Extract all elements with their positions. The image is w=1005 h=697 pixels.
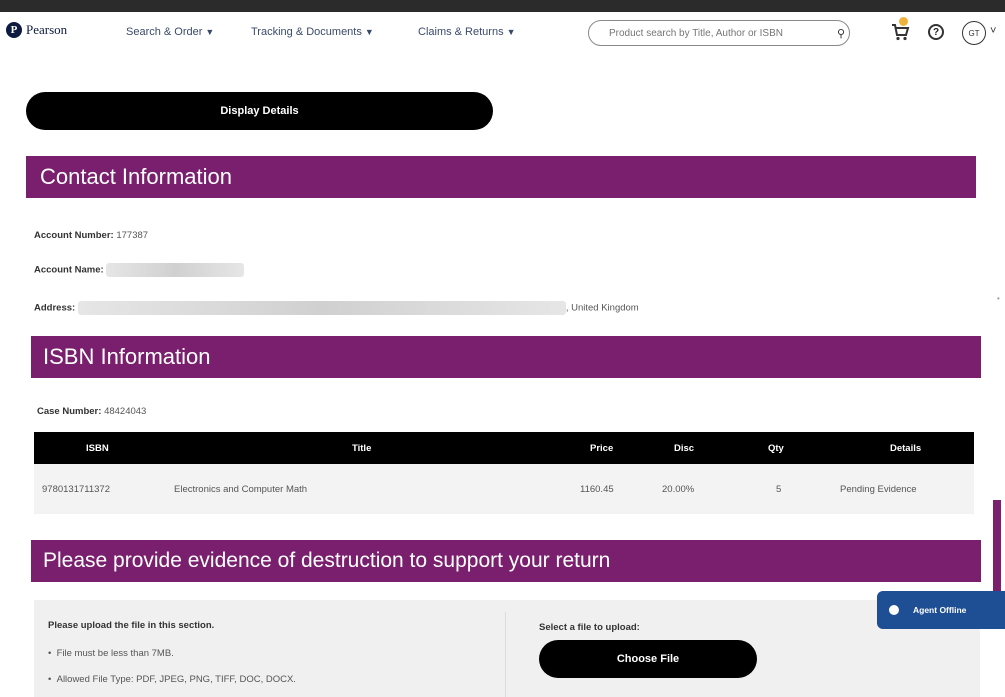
search-icon[interactable]: ⚲	[837, 27, 845, 40]
chevron-down-icon: ▼	[205, 27, 215, 37]
pearson-logo[interactable]: P Pearson	[6, 22, 67, 38]
upload-instructions-title: Please upload the file in this section.	[48, 620, 215, 631]
list-item: • Allowed File Type: PDF, JPEG, PNG, TIF…	[48, 674, 296, 685]
chevron-down-icon: ▼	[506, 27, 516, 37]
menu-label: Search & Order	[126, 26, 203, 38]
column-header-price: Price	[590, 442, 614, 454]
redacted-account-name	[106, 263, 245, 277]
menu-search-order[interactable]: Search & Order ▼	[126, 26, 214, 38]
column-header-isbn: ISBN	[86, 442, 109, 454]
account-number-field: Account Number: 177387	[34, 230, 148, 241]
field-label: Address:	[34, 302, 76, 314]
table-row: 9780131711372 Electronics and Computer M…	[34, 464, 974, 514]
edge-mark: •	[997, 294, 1000, 303]
menu-label: Claims & Returns	[418, 26, 504, 38]
agent-status-label: Agent Offline	[913, 605, 967, 615]
isbn-information-header: ISBN Information	[31, 336, 981, 378]
column-header-title: Title	[352, 442, 372, 454]
cell-disc: 20.00%	[662, 483, 695, 495]
evidence-header: Please provide evidence of destruction t…	[31, 540, 981, 582]
cell-price: 1160.45	[580, 483, 614, 495]
account-number-value: 177387	[116, 230, 149, 241]
column-header-disc: Disc	[674, 442, 695, 454]
upload-divider	[505, 612, 506, 697]
field-label: Account Name:	[34, 264, 104, 276]
isbn-table-header: ISBN Title Price Disc Qty Details	[34, 432, 974, 464]
top-navigation: P Pearson Search & Order ▼ Tracking & Do…	[0, 12, 1005, 76]
select-file-label: Select a file to upload:	[539, 622, 640, 633]
bullet-text: File must be less than 7MB.	[56, 648, 174, 659]
avatar[interactable]: GT	[962, 21, 986, 45]
top-strip	[0, 0, 1005, 12]
choose-file-button[interactable]: Choose File	[539, 640, 757, 678]
redacted-address	[77, 301, 566, 315]
section-title: Please provide evidence of destruction t…	[43, 549, 611, 572]
upload-section: Please upload the file in this section. …	[34, 600, 980, 697]
case-number-field: Case Number: 48424043	[37, 406, 146, 417]
display-details-button[interactable]: Display Details	[26, 92, 493, 130]
cart-badge	[899, 17, 908, 26]
section-title: ISBN Information	[43, 344, 211, 369]
column-header-qty: Qty	[768, 442, 784, 454]
menu-claims-returns[interactable]: Claims & Returns ▼	[418, 26, 516, 38]
chevron-down-icon: ▼	[364, 27, 374, 37]
menu-label: Tracking & Documents	[251, 26, 362, 38]
cell-qty: 5	[776, 483, 782, 495]
account-name-field: Account Name:	[34, 263, 245, 277]
bullet-text: Allowed File Type: PDF, JPEG, PNG, TIFF,…	[56, 674, 296, 685]
logo-text: Pearson	[26, 22, 68, 37]
cell-details: Pending Evidence	[840, 483, 917, 495]
cell-title: Electronics and Computer Math	[174, 483, 308, 495]
help-icon[interactable]: ?	[928, 24, 944, 40]
cell-isbn: 9780131711372	[42, 483, 110, 495]
side-accent-bar	[993, 500, 1001, 598]
address-country: , United Kingdom	[565, 302, 639, 314]
field-label: Account Number:	[34, 230, 114, 241]
contact-information-header: Contact Information	[26, 156, 976, 198]
field-label: Case Number:	[37, 406, 102, 417]
agent-chat-button[interactable]: Agent Offline	[877, 591, 1005, 629]
search-input[interactable]	[607, 26, 831, 40]
column-header-details: Details	[890, 442, 922, 454]
pearson-logo-icon: P	[6, 22, 22, 38]
chevron-down-icon[interactable]: ˅	[990, 25, 996, 37]
section-title: Contact Information	[40, 164, 232, 189]
menu-tracking-documents[interactable]: Tracking & Documents ▼	[251, 26, 374, 38]
address-field: Address: , United Kingdom	[34, 301, 639, 315]
product-search-box[interactable]: ⚲	[588, 20, 850, 46]
list-item: • File must be less than 7MB.	[48, 648, 174, 659]
case-number-value: 48424043	[104, 406, 147, 417]
chat-icon	[889, 605, 899, 615]
